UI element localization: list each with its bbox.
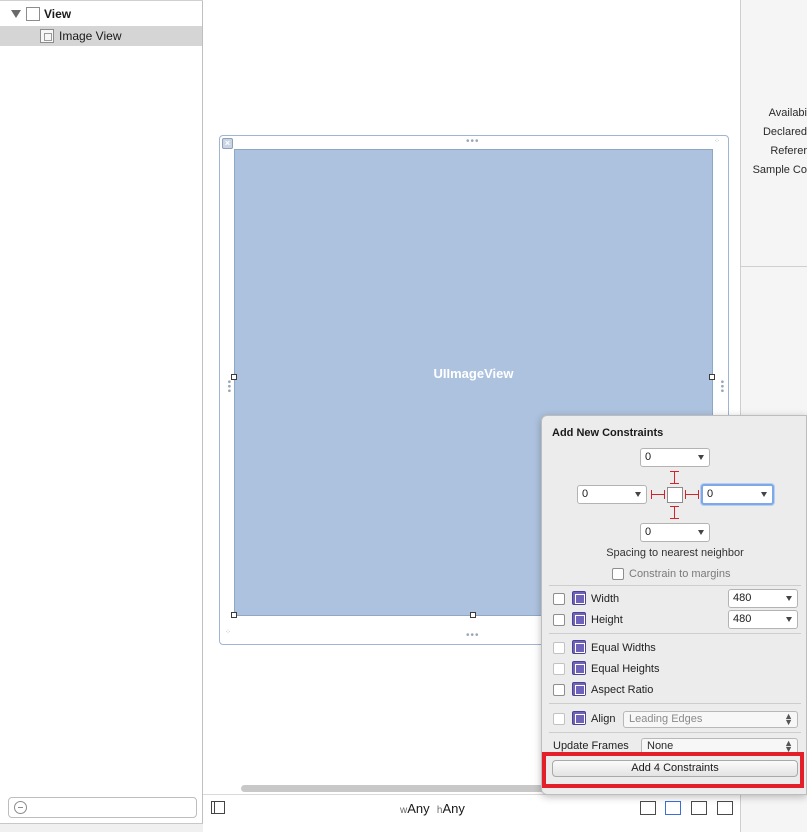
- toggle-outline-icon[interactable]: [211, 801, 225, 814]
- align-popup[interactable]: Leading Edges ▲ ▼: [623, 711, 798, 728]
- close-scene-icon[interactable]: ×: [222, 138, 233, 149]
- leading-spacing-field[interactable]: 0: [577, 485, 647, 504]
- resize-handle-corner[interactable]: ⁘: [714, 138, 721, 145]
- image-view-label: UIImageView: [433, 366, 514, 381]
- selection-handle[interactable]: [231, 612, 237, 618]
- resizing-behavior-icon[interactable]: [717, 801, 733, 815]
- outline-item-image-view[interactable]: Image View: [0, 26, 202, 46]
- height-checkbox[interactable]: [553, 614, 565, 626]
- aspect-ratio-icon: [572, 682, 586, 696]
- equal-widths-icon: [572, 640, 586, 654]
- ibeam-cap: [685, 490, 686, 499]
- popover-title: Add New Constraints: [552, 427, 664, 439]
- resize-handle-bottom[interactable]: •••: [466, 631, 480, 641]
- ibeam-cap: [664, 490, 665, 499]
- divider: [549, 633, 801, 634]
- update-frames-value: None: [647, 740, 674, 752]
- image-view-icon: [40, 29, 54, 43]
- aspect-ratio-checkbox[interactable]: [553, 684, 565, 696]
- resize-handle-top[interactable]: •••: [466, 137, 480, 147]
- aspect-ratio-label: Aspect Ratio: [591, 684, 654, 696]
- disclosure-triangle-icon[interactable]: [11, 10, 21, 18]
- divider: [741, 266, 807, 267]
- inspector-label: Sample Co: [752, 164, 807, 176]
- canvas-bottom-bar: [203, 794, 740, 824]
- chevron-updown-icon: ▲ ▼: [784, 711, 793, 727]
- ibeam-cap: [670, 471, 679, 472]
- ibeam-cap: [698, 490, 699, 499]
- width-label: Width: [591, 593, 620, 605]
- outline-item-view[interactable]: View: [0, 4, 202, 24]
- align-popup-value: Leading Edges: [629, 713, 703, 725]
- spacing-caption: Spacing to nearest neighbor: [606, 547, 744, 559]
- highlight-box: [542, 752, 804, 788]
- align-icon[interactable]: [640, 801, 656, 815]
- height-value-field[interactable]: 480: [728, 610, 798, 629]
- inspector-label: Declared: [762, 126, 807, 138]
- document-outline: View Image View: [0, 0, 203, 832]
- equal-widths-checkbox[interactable]: [553, 642, 565, 654]
- height-label: Height: [591, 614, 623, 626]
- inspector-label: Referer: [770, 145, 807, 157]
- resolve-issues-icon[interactable]: [691, 801, 707, 815]
- width-constraint-icon: [572, 591, 586, 605]
- resize-handle-corner[interactable]: ⁘: [225, 629, 232, 636]
- width-value-field[interactable]: 480: [728, 589, 798, 608]
- top-spacing-field[interactable]: 0: [640, 448, 710, 467]
- divider: [549, 703, 801, 704]
- update-frames-label: Update Frames: [553, 740, 629, 752]
- horizontal-scrollbar[interactable]: [241, 785, 551, 792]
- outline-item-label: Image View: [59, 29, 122, 43]
- chevron-updown-icon: ▲ ▼: [784, 738, 793, 754]
- bottom-spacing-field[interactable]: 0: [640, 523, 710, 542]
- outline-filter-field[interactable]: [8, 797, 197, 818]
- constrain-to-margins-label: Constrain to margins: [629, 568, 731, 580]
- view-icon: [26, 7, 40, 21]
- height-constraint-icon: [572, 612, 586, 626]
- align-checkbox[interactable]: [553, 713, 565, 725]
- equal-heights-checkbox[interactable]: [553, 663, 565, 675]
- ibeam-cap: [670, 518, 679, 519]
- ibeam-cap: [651, 490, 652, 499]
- equal-widths-label: Equal Widths: [591, 642, 656, 654]
- ibeam-cap: [670, 483, 679, 484]
- align-icon: [572, 711, 586, 725]
- height-class-value: Any: [442, 801, 465, 816]
- inspector-label: Availabi: [768, 107, 807, 119]
- selection-handle[interactable]: [231, 374, 237, 380]
- leading-constraint-toggle[interactable]: [651, 494, 665, 495]
- divider: [549, 585, 801, 586]
- trailing-spacing-field[interactable]: 0: [701, 484, 774, 505]
- trailing-constraint-toggle[interactable]: [685, 494, 699, 495]
- resize-handle-left[interactable]: •••: [223, 380, 234, 394]
- width-checkbox[interactable]: [553, 593, 565, 605]
- outline-item-label: View: [44, 7, 72, 21]
- equal-heights-icon: [572, 661, 586, 675]
- resize-handle-right[interactable]: •••: [716, 380, 727, 394]
- pin-icon[interactable]: [665, 801, 681, 815]
- width-class-value: Any: [407, 801, 430, 816]
- selection-handle[interactable]: [709, 374, 715, 380]
- selection-handle[interactable]: [470, 612, 476, 618]
- divider: [0, 0, 203, 1]
- equal-heights-label: Equal Heights: [591, 663, 660, 675]
- ibeam-cap: [670, 506, 679, 507]
- constrain-to-margins-checkbox[interactable]: [612, 568, 624, 580]
- align-label: Align: [591, 713, 616, 725]
- filter-icon: [14, 801, 27, 814]
- constraint-target-box: [667, 487, 683, 503]
- divider: [549, 732, 801, 733]
- navigator-footer: [0, 823, 203, 832]
- size-class-control[interactable]: wAny hAny: [400, 801, 465, 816]
